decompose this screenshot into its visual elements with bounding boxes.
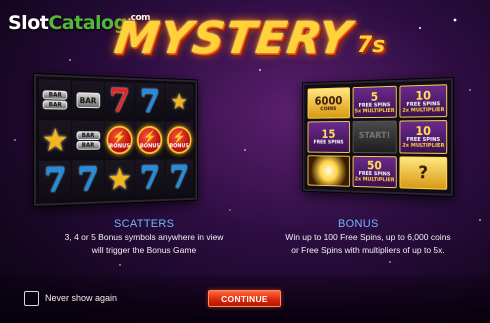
blue-seven-symbol: 7 [77, 160, 99, 200]
bonus-tile-mystery: ? [399, 156, 448, 190]
reel-cell: 7 [72, 160, 104, 200]
bonus-line-2: or Free Spins with multipliers of up to … [291, 245, 445, 255]
scatters-line-2: will trigger the Bonus Game [91, 245, 197, 255]
bonus-scatter-symbol: ⚡ BONUS [106, 125, 133, 155]
reel-cell: ★ [165, 83, 194, 121]
bonus-tile-free-spins: 50 FREE SPINS 2x MULTIPLIER [352, 155, 398, 189]
reel-cell: ⚡ BONUS [104, 120, 135, 160]
bonus-scatter-symbol: ⚡ BONUS [166, 126, 192, 154]
scatters-line-1: 3, 4 or 5 Bonus symbols anywhere in view [64, 232, 224, 242]
reel-cell: 7 [135, 82, 165, 121]
blue-seven-symbol: 7 [139, 82, 160, 121]
never-show-checkbox[interactable] [24, 291, 39, 306]
bonus-board-illustration: 6000 COINS 5 FREE SPINS 5x MULTIPLIER 10… [302, 78, 453, 196]
bonus-tile-free-spins: 10 FREE SPINS 2x MULTIPLIER [399, 120, 448, 154]
reel-cell: BAR BAR [38, 79, 72, 120]
reel-cell: 7 [38, 160, 72, 201]
double-bar-symbol: BAR BAR [76, 130, 100, 150]
bonus-title: BONUS [338, 218, 379, 230]
reel-cell: ★ [104, 159, 135, 199]
reel-cell: BAR BAR [72, 120, 104, 160]
scatter-reels-illustration: BAR BAR BAR 7 7 ★ ★ BAR BAR ⚡ BONUS ⚡ BO… [34, 74, 198, 206]
never-show-label[interactable]: Never show again [45, 293, 117, 303]
star-symbol: ★ [41, 122, 69, 158]
star-symbol: ★ [170, 89, 188, 115]
red-seven-symbol: 7 [109, 81, 130, 121]
reel-cell: 7 [104, 81, 135, 121]
reel-cell: ⚡ BONUS [135, 121, 165, 159]
blue-seven-symbol: 7 [139, 159, 160, 198]
reel-cell: BAR [72, 80, 104, 120]
bonus-tile-free-spins: 10 FREE SPINS 2x MULTIPLIER [399, 84, 448, 118]
logo-title: MYSTERY [111, 13, 355, 64]
star-symbol: ★ [106, 161, 133, 197]
double-bar-symbol: BAR BAR [42, 89, 68, 110]
reel-cell: 7 [135, 159, 165, 198]
logo-suffix: 7s [356, 33, 386, 58]
bonus-description: Win up to 100 Free Spins, up to 6,000 co… [262, 231, 474, 257]
bonus-tile-free-spins: 5 FREE SPINS 5x MULTIPLIER [352, 85, 398, 119]
blue-seven-symbol: 7 [43, 160, 67, 201]
reel-cell: 7 [165, 159, 194, 197]
scatters-title: SCATTERS [114, 218, 175, 230]
bonus-tile-coins: 6000 COINS [307, 87, 350, 120]
watermark-slot: Slot [8, 12, 49, 34]
bonus-line-1: Win up to 100 Free Spins, up to 6,000 co… [285, 232, 451, 242]
bar-symbol: BAR [76, 92, 100, 109]
lightning-icon: ⚡ [143, 129, 157, 144]
bonus-scatter-symbol: ⚡ BONUS [137, 125, 163, 155]
bonus-tile-free-spins: 15 FREE SPINS [307, 121, 350, 153]
bonus-tile-flash [307, 154, 350, 187]
blue-seven-symbol: 7 [169, 159, 189, 197]
scatters-description: 3, 4 or 5 Bonus symbols anywhere in view… [44, 231, 244, 257]
continue-button[interactable]: CONTINUE [208, 290, 281, 307]
reel-cell: ⚡ BONUS [165, 121, 194, 159]
bonus-tile-start: START! [352, 120, 398, 154]
lightning-icon: ⚡ [172, 129, 186, 144]
lightning-icon: ⚡ [112, 129, 127, 144]
reel-cell: ★ [38, 120, 72, 160]
game-logo: MYSTERY 7s [100, 6, 400, 64]
